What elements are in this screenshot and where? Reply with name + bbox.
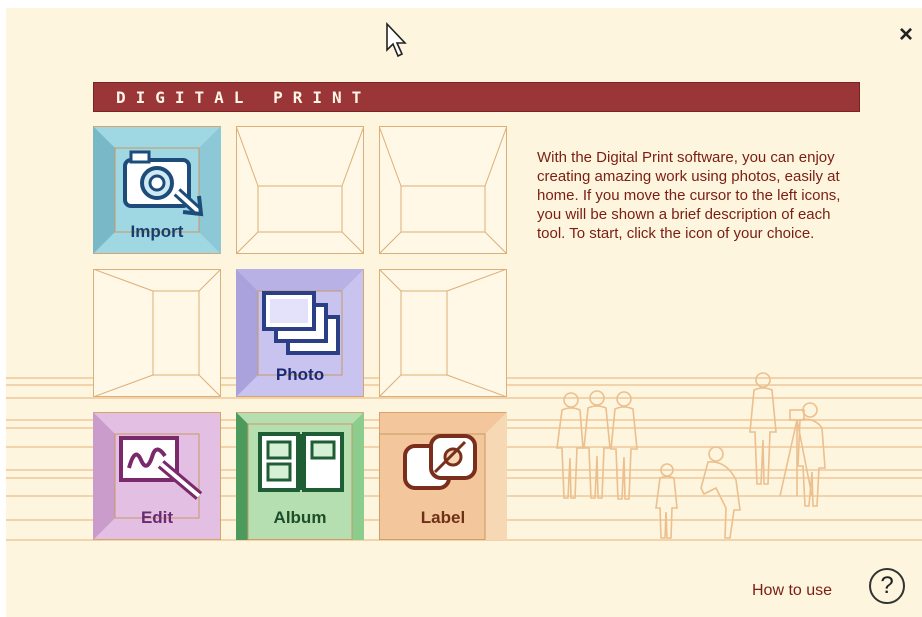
tool-grid: Import Photo Edit Album Label xyxy=(93,126,507,540)
camera-import-icon xyxy=(123,150,204,217)
photos-stack-icon xyxy=(262,291,340,355)
digital-print-window: × DIGITAL PRINT Import Photo Edit Album … xyxy=(0,0,922,617)
tile-frame xyxy=(93,269,221,397)
app-title: DIGITAL PRINT xyxy=(116,88,372,107)
tile-frame xyxy=(379,126,507,254)
tile-import[interactable]: Import xyxy=(93,126,221,254)
empty-tile xyxy=(379,269,507,397)
tile-album[interactable]: Album xyxy=(236,412,364,540)
title-banner: DIGITAL PRINT xyxy=(93,82,860,112)
tile-edit[interactable]: Edit xyxy=(93,412,221,540)
tile-frame xyxy=(236,126,364,254)
tile-import-label: Import xyxy=(130,222,184,241)
pen-drawing-icon xyxy=(119,436,203,500)
empty-tile xyxy=(236,126,364,254)
empty-tile xyxy=(93,269,221,397)
empty-tile xyxy=(379,126,507,254)
tile-photo-label: Photo xyxy=(275,365,325,384)
tile-album-label: Album xyxy=(273,508,327,527)
close-button[interactable]: × xyxy=(893,22,919,48)
description-text: With the Digital Print software, you can… xyxy=(537,149,841,242)
tile-frame xyxy=(379,269,507,397)
tile-photo[interactable]: Photo xyxy=(236,269,364,397)
help-button[interactable]: ? xyxy=(869,568,905,604)
how-to-use-link[interactable]: How to use xyxy=(752,582,832,600)
tile-label[interactable]: Label xyxy=(379,412,507,540)
disc-label-icon xyxy=(403,434,477,490)
album-book-icon xyxy=(258,432,344,492)
mouse-pointer-icon xyxy=(386,22,407,58)
tile-edit-label: Edit xyxy=(140,508,174,527)
tile-label-label: Label xyxy=(420,508,466,527)
